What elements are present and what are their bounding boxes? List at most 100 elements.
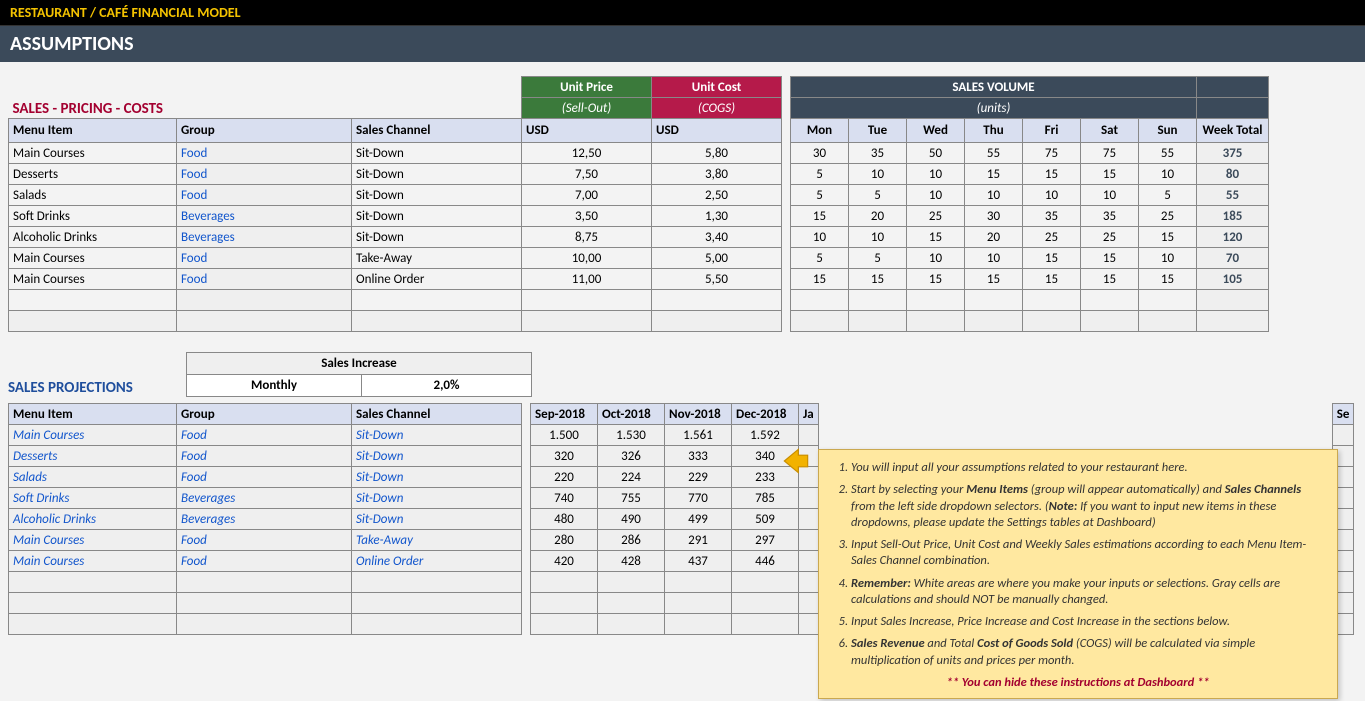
cell-vol[interactable]: 15 <box>1081 269 1139 290</box>
cell-vol[interactable]: 55 <box>1139 143 1197 164</box>
cell-item[interactable]: Alcoholic Drinks <box>9 227 177 248</box>
cell-vol[interactable]: 15 <box>791 206 849 227</box>
pcell-val: 1.530 <box>598 425 665 446</box>
cell-cost[interactable]: 3,80 <box>652 164 782 185</box>
cell-price[interactable]: 3,50 <box>522 206 652 227</box>
table-row: Alcoholic DrinksBeveragesSit-Down8,753,4… <box>9 227 1269 248</box>
cell-vol[interactable]: 15 <box>791 269 849 290</box>
col-fri: Fri <box>1023 119 1081 143</box>
cell-item[interactable]: Main Courses <box>9 269 177 290</box>
cell-vol[interactable]: 5 <box>791 185 849 206</box>
cell-cost[interactable]: 5,80 <box>652 143 782 164</box>
cell-vol[interactable]: 50 <box>907 143 965 164</box>
cell-vol[interactable]: 5 <box>849 185 907 206</box>
cell-vol[interactable]: 25 <box>1139 206 1197 227</box>
cell-group: Beverages <box>177 227 352 248</box>
cell-vol[interactable]: 35 <box>849 143 907 164</box>
cell-vol[interactable]: 10 <box>849 227 907 248</box>
cell-vol[interactable]: 15 <box>1023 164 1081 185</box>
cell-vol[interactable]: 15 <box>1139 227 1197 248</box>
cell-vol[interactable]: 25 <box>1023 227 1081 248</box>
cell-channel[interactable]: Sit-Down <box>352 164 522 185</box>
pcell-val: 1.561 <box>665 425 732 446</box>
cell-vol[interactable]: 15 <box>1139 269 1197 290</box>
cell-vol[interactable]: 5 <box>791 248 849 269</box>
cell-vol[interactable]: 20 <box>965 227 1023 248</box>
cell-vol[interactable]: 15 <box>1081 164 1139 185</box>
cell-vol[interactable]: 55 <box>965 143 1023 164</box>
cell-cost[interactable]: 5,50 <box>652 269 782 290</box>
col-sun: Sun <box>1139 119 1197 143</box>
cell-item[interactable]: Salads <box>9 185 177 206</box>
monthly-value[interactable]: 2,0% <box>362 375 532 397</box>
cell-vol[interactable]: 25 <box>907 206 965 227</box>
cell-price[interactable]: 10,00 <box>522 248 652 269</box>
cell-vol[interactable]: 10 <box>965 248 1023 269</box>
cell-vol[interactable]: 5 <box>849 248 907 269</box>
cell-cost[interactable]: 3,40 <box>652 227 782 248</box>
cell-vol[interactable]: 15 <box>1081 248 1139 269</box>
cell-vol[interactable]: 10 <box>1139 248 1197 269</box>
cell-vol[interactable]: 10 <box>907 185 965 206</box>
cell-group: Food <box>177 269 352 290</box>
cell-cost[interactable]: 1,30 <box>652 206 782 227</box>
cell-vol[interactable]: 15 <box>1023 269 1081 290</box>
cell-channel[interactable]: Sit-Down <box>352 206 522 227</box>
cell-vol[interactable]: 15 <box>965 164 1023 185</box>
cell-vol[interactable]: 75 <box>1023 143 1081 164</box>
cell-cost[interactable]: 2,50 <box>652 185 782 206</box>
instr-footer: ** You can hide these instructions at Da… <box>833 675 1323 690</box>
cell-cost[interactable]: 5,00 <box>652 248 782 269</box>
col-tue: Tue <box>849 119 907 143</box>
cell-vol[interactable]: 35 <box>1081 206 1139 227</box>
cell-price[interactable]: 11,00 <box>522 269 652 290</box>
pcell-val: 229 <box>665 467 732 488</box>
cell-vol[interactable]: 15 <box>1023 248 1081 269</box>
table-row: Main CoursesFoodSit-Down12,505,803035505… <box>9 143 1269 164</box>
cell-vol[interactable]: 10 <box>791 227 849 248</box>
cell-vol[interactable]: 30 <box>965 206 1023 227</box>
pcell-val: 740 <box>531 488 598 509</box>
pcell-val: 220 <box>531 467 598 488</box>
cell-vol[interactable]: 10 <box>907 164 965 185</box>
pcell-val: 1.592 <box>732 425 799 446</box>
cell-price[interactable]: 7,50 <box>522 164 652 185</box>
cell-vol[interactable]: 10 <box>849 164 907 185</box>
cell-vol[interactable]: 75 <box>1081 143 1139 164</box>
cell-vol[interactable]: 10 <box>1023 185 1081 206</box>
cell-vol[interactable]: 15 <box>907 227 965 248</box>
cell-vol[interactable]: 30 <box>791 143 849 164</box>
cell-item[interactable]: Main Courses <box>9 143 177 164</box>
cell-channel[interactable]: Sit-Down <box>352 185 522 206</box>
cell-vol[interactable]: 5 <box>791 164 849 185</box>
pcell-item: Desserts <box>9 446 177 467</box>
cell-vol[interactable]: 10 <box>1139 164 1197 185</box>
instructions-callout: You will input all your assumptions rela… <box>818 449 1338 699</box>
cell-vol[interactable]: 25 <box>1081 227 1139 248</box>
pricing-table: SALES - PRICING - COSTS Unit Price Unit … <box>8 76 1269 332</box>
cell-price[interactable]: 12,50 <box>522 143 652 164</box>
cell-vol[interactable]: 15 <box>849 269 907 290</box>
cell-vol[interactable]: 10 <box>1081 185 1139 206</box>
cell-item[interactable]: Soft Drinks <box>9 206 177 227</box>
pcell-channel: Sit-Down <box>352 488 522 509</box>
cell-vol[interactable]: 10 <box>965 185 1023 206</box>
cell-channel[interactable]: Sit-Down <box>352 227 522 248</box>
cell-vol[interactable]: 10 <box>907 248 965 269</box>
pcell-item: Main Courses <box>9 530 177 551</box>
cell-price[interactable]: 7,00 <box>522 185 652 206</box>
cell-item[interactable]: Desserts <box>9 164 177 185</box>
cell-vol[interactable]: 15 <box>965 269 1023 290</box>
cell-vol[interactable]: 15 <box>907 269 965 290</box>
cell-channel[interactable]: Take-Away <box>352 248 522 269</box>
pcell-val: 320 <box>531 446 598 467</box>
cell-vol[interactable]: 5 <box>1139 185 1197 206</box>
cell-item[interactable]: Main Courses <box>9 248 177 269</box>
cell-vol[interactable]: 20 <box>849 206 907 227</box>
col-wed: Wed <box>907 119 965 143</box>
cell-channel[interactable]: Online Order <box>352 269 522 290</box>
cell-vol[interactable]: 35 <box>1023 206 1081 227</box>
sheet: SALES - PRICING - COSTS Unit Price Unit … <box>0 62 1365 635</box>
cell-price[interactable]: 8,75 <box>522 227 652 248</box>
cell-channel[interactable]: Sit-Down <box>352 143 522 164</box>
